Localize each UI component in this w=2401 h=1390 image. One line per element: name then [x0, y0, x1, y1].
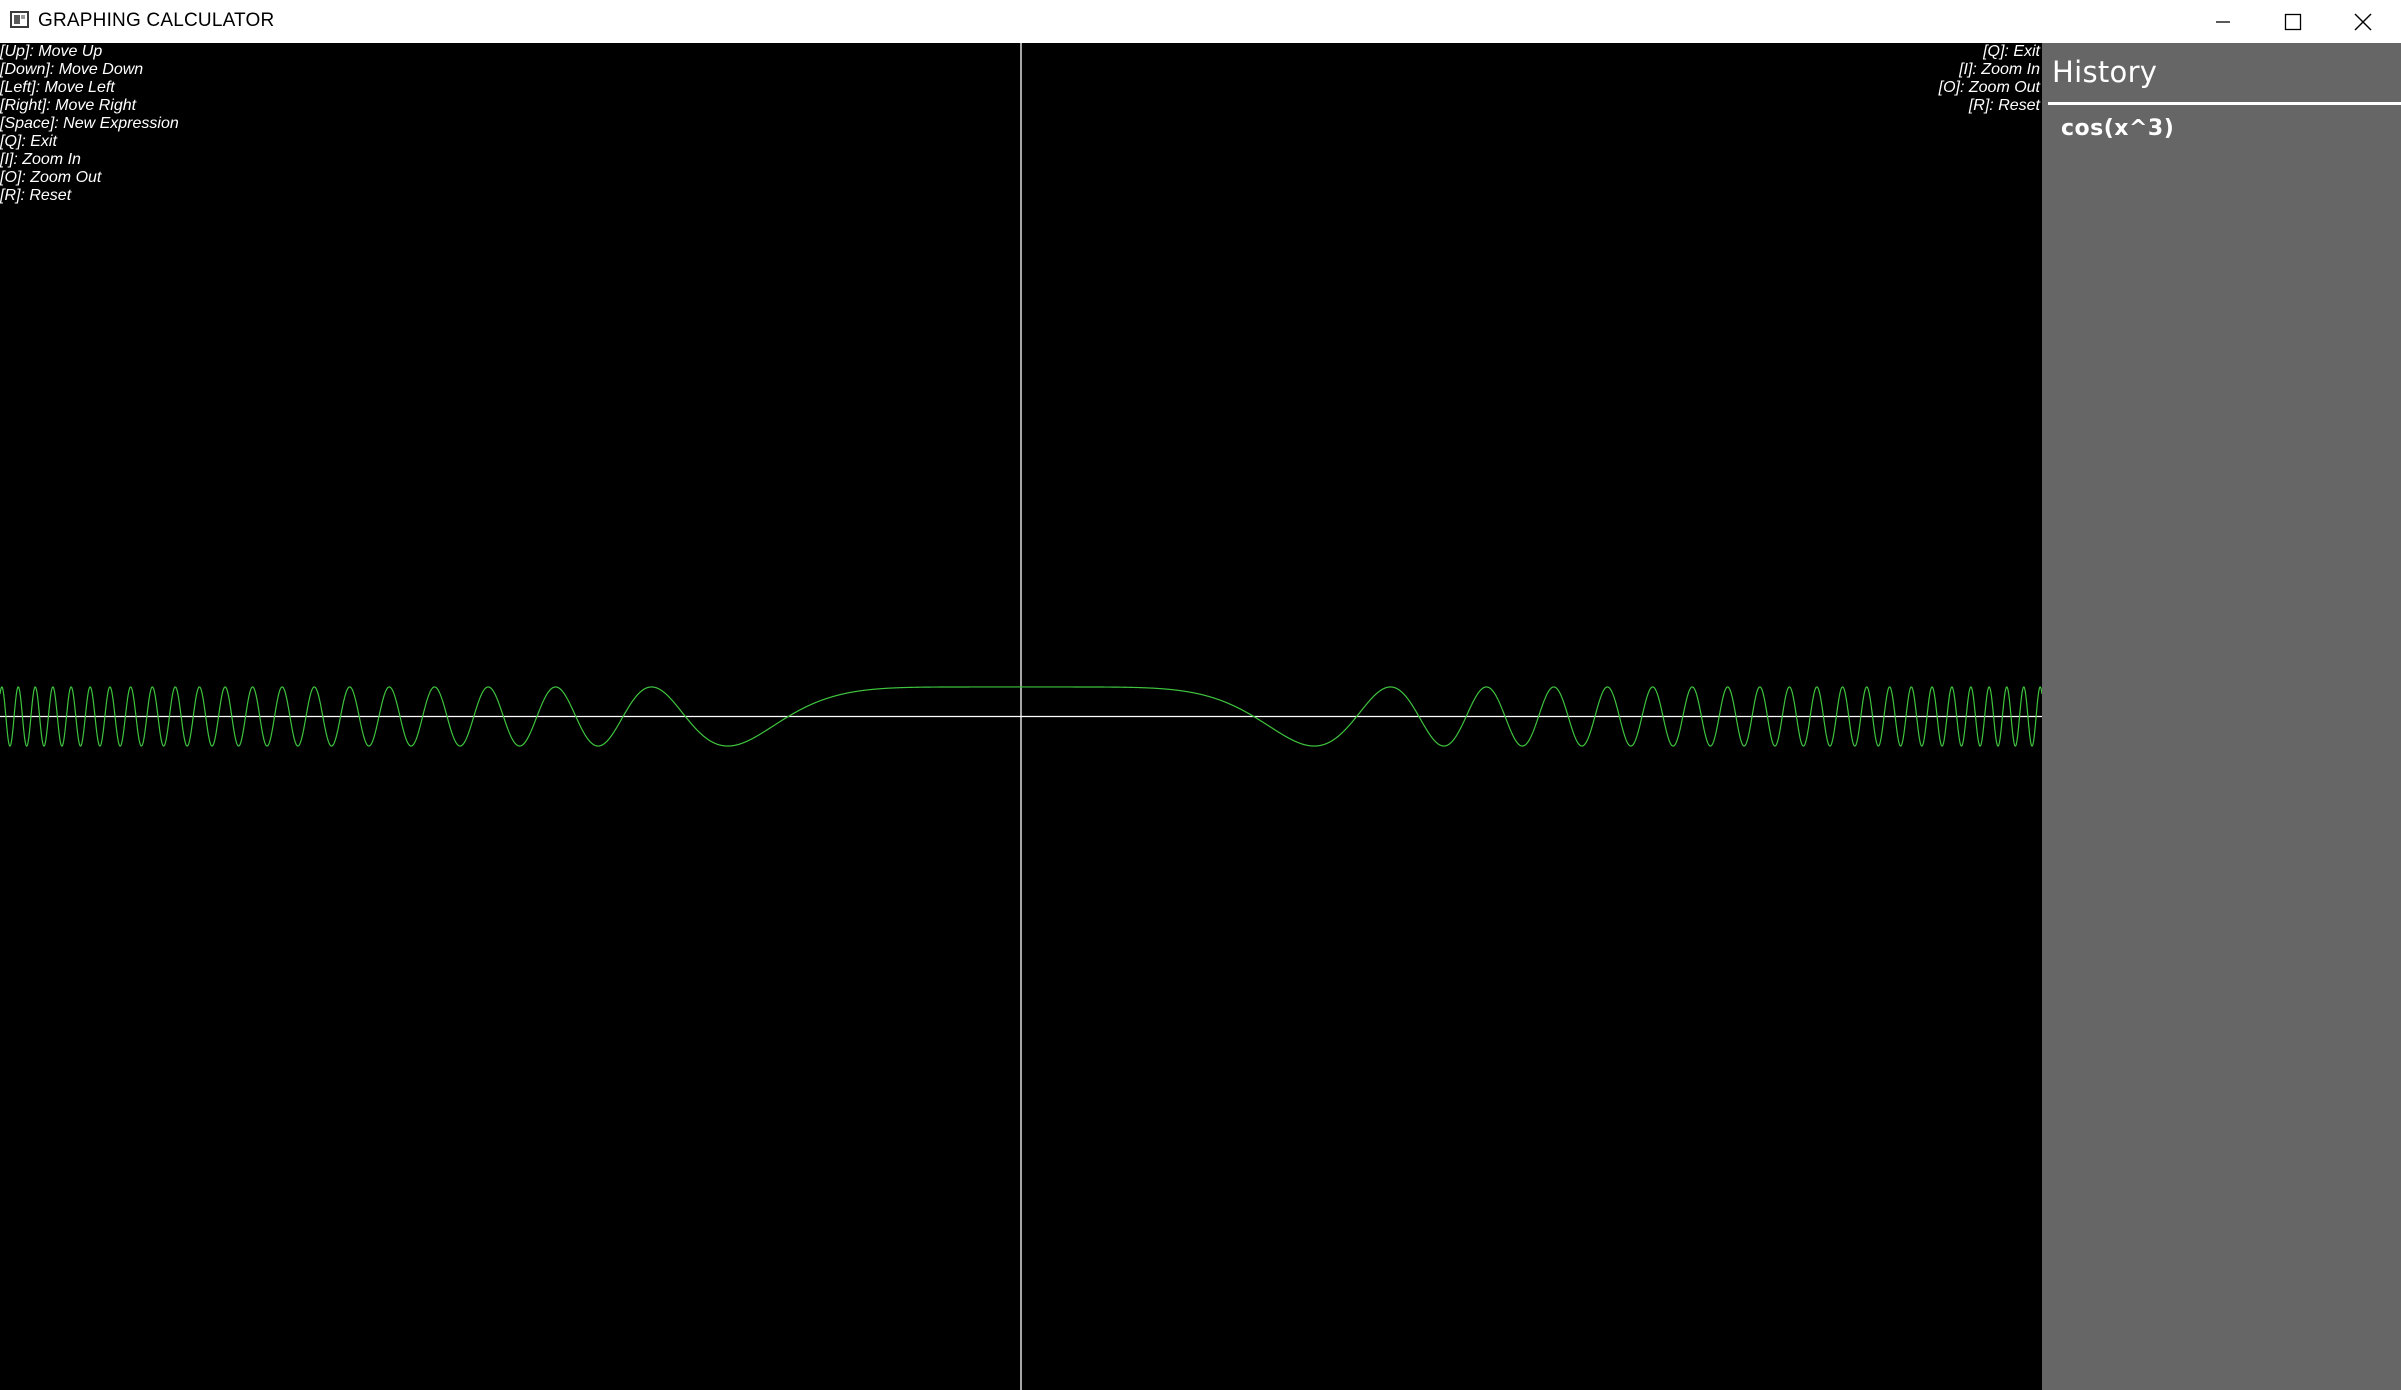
help-list-right: [Q]: Exit [I]: Zoom In [O]: Zoom Out [R]…: [1939, 43, 2040, 115]
help-reset-right: [R]: Reset: [1968, 97, 2040, 114]
help-new-expression: [Space]: New Expression: [0, 115, 179, 132]
help-exit: [Q]: Exit: [0, 133, 57, 150]
window-title: GRAPHING CALCULATOR: [38, 10, 275, 31]
help-zoom-in-right: [I]: Zoom In: [1959, 61, 2040, 78]
close-icon: [2354, 13, 2372, 30]
help-exit-right: [Q]: Exit: [1983, 43, 2040, 60]
help-move-up: [Up]: Move Up: [0, 43, 103, 60]
help-move-right: [Right]: Move Right: [0, 97, 137, 114]
title-bar: GRAPHING CALCULATOR: [0, 0, 2401, 43]
app-icon: [10, 11, 29, 28]
minimize-button[interactable]: [2188, 0, 2258, 43]
history-panel: History cos(x^3): [2042, 43, 2401, 1390]
help-zoom-out: [O]: Zoom Out: [0, 169, 102, 186]
graph-canvas[interactable]: [Up]: Move Up [Down]: Move Down [Left]: …: [0, 43, 2042, 1390]
history-title: History: [2052, 55, 2158, 89]
plot-svg: [0, 43, 2042, 1390]
help-zoom-in: [I]: Zoom In: [0, 151, 81, 168]
help-list-left: [Up]: Move Up [Down]: Move Down [Left]: …: [0, 43, 179, 205]
close-button[interactable]: [2328, 0, 2398, 43]
maximize-icon: [2284, 13, 2302, 30]
help-move-down: [Down]: Move Down: [0, 61, 144, 78]
history-item[interactable]: cos(x^3): [2061, 116, 2174, 141]
maximize-button[interactable]: [2258, 0, 2328, 43]
help-move-left: [Left]: Move Left: [0, 79, 115, 96]
history-divider: [2048, 102, 2401, 105]
help-reset: [R]: Reset: [0, 187, 72, 204]
help-zoom-out-right: [O]: Zoom Out: [1938, 79, 2040, 96]
history-list: cos(x^3): [2061, 116, 2174, 141]
minimize-icon: [2216, 20, 2230, 23]
